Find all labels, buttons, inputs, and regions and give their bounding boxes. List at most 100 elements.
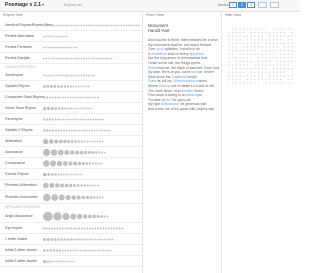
- rhyme-set-dot[interactable]: [55, 24, 58, 27]
- path-node[interactable]: [254, 42, 256, 44]
- path-node[interactable]: [291, 50, 293, 52]
- rhyme-set-dot[interactable]: [104, 249, 107, 252]
- path-node[interactable]: [254, 39, 256, 41]
- path-node[interactable]: [287, 39, 289, 41]
- rhyme-set-dot[interactable]: [99, 140, 101, 143]
- path-node[interactable]: [254, 75, 256, 77]
- rhyme-set-dot[interactable]: [83, 184, 86, 187]
- rhyme-set-dot[interactable]: [65, 194, 71, 201]
- rhyme-set-dot[interactable]: [76, 238, 78, 241]
- path-node[interactable]: [239, 71, 241, 73]
- rhyme-set-dot[interactable]: [67, 96, 69, 99]
- rhyme-set-dot[interactable]: [69, 96, 72, 99]
- path-node[interactable]: [228, 71, 230, 73]
- rhyme-set-dot[interactable]: [51, 173, 54, 176]
- feature-row[interactable]: Phonetic Assonance: [0, 191, 142, 204]
- path-node[interactable]: [235, 32, 237, 34]
- rhyme-set-dot[interactable]: [94, 96, 97, 99]
- rhyme-set-dot[interactable]: [54, 118, 57, 121]
- rhyme-set-dot[interactable]: [96, 140, 99, 143]
- rhyme-set-dot[interactable]: [68, 57, 70, 60]
- rhyme-set-dot[interactable]: [60, 74, 63, 77]
- rhyme-set-dot[interactable]: [55, 183, 60, 188]
- rhyme-set-dot[interactable]: [45, 227, 48, 230]
- path-node[interactable]: [261, 32, 263, 34]
- rhyme-set-dot[interactable]: [92, 118, 95, 121]
- path-node[interactable]: [228, 57, 230, 59]
- rhyme-set-dot[interactable]: [64, 107, 67, 110]
- rhyme-set-dot[interactable]: [91, 227, 94, 230]
- path-node[interactable]: [283, 35, 286, 37]
- path-node[interactable]: [265, 68, 267, 70]
- path-node[interactable]: [250, 28, 252, 30]
- rhyme-set-dot[interactable]: [63, 24, 65, 27]
- path-node[interactable]: [265, 46, 267, 48]
- rhyme-set-dot[interactable]: [82, 107, 85, 110]
- rhyme-set-dot[interactable]: [58, 149, 64, 156]
- rhyme-set-dot[interactable]: [115, 227, 118, 230]
- rhyme-set-dot[interactable]: [84, 249, 87, 252]
- path-node[interactable]: [254, 68, 256, 70]
- rhyme-set-dot[interactable]: [70, 260, 72, 263]
- rhyme-set-dot[interactable]: [75, 150, 80, 155]
- rhyme-set-dot[interactable]: [75, 57, 78, 60]
- rhyme-set-dot[interactable]: [50, 107, 54, 110]
- view-toggle-left[interactable]: [258, 2, 267, 8]
- rhyme-set-dot[interactable]: [128, 24, 130, 27]
- rhyme-set-dot[interactable]: [92, 249, 94, 252]
- path-node[interactable]: [232, 57, 234, 59]
- feature-dots[interactable]: [42, 223, 140, 234]
- rhyme-set-dot[interactable]: [73, 57, 75, 60]
- path-node[interactable]: [272, 39, 274, 41]
- path-node[interactable]: [258, 64, 260, 66]
- rhyme-set-dot[interactable]: [70, 57, 73, 60]
- rhyme-set-dot[interactable]: [50, 74, 53, 77]
- path-node[interactable]: [269, 78, 271, 80]
- feature-dots[interactable]: [42, 180, 140, 191]
- rhyme-set-dot[interactable]: [43, 106, 47, 111]
- rhyme-set-dot[interactable]: [78, 129, 81, 132]
- rhyme-set-dot[interactable]: [81, 129, 83, 132]
- rhyme-set-dot[interactable]: [75, 74, 78, 77]
- path-node[interactable]: [265, 78, 267, 80]
- path-node[interactable]: [239, 53, 241, 55]
- rhyme-set-dot[interactable]: [80, 85, 82, 88]
- rhyme-set-dot[interactable]: [51, 194, 59, 201]
- path-node[interactable]: [261, 60, 263, 63]
- rhyme-set-dot[interactable]: [82, 249, 84, 252]
- rhyme-set-dot[interactable]: [85, 24, 88, 27]
- rhyme-set-dot[interactable]: [88, 227, 91, 230]
- rhyme-set-dot[interactable]: [48, 118, 51, 121]
- rhyme-set-dot[interactable]: [86, 238, 89, 241]
- path-node[interactable]: [232, 68, 234, 70]
- path-node[interactable]: [272, 78, 274, 80]
- path-node[interactable]: [287, 42, 289, 44]
- path-node[interactable]: [291, 39, 293, 41]
- rhyme-set-dot[interactable]: [103, 129, 106, 132]
- path-node[interactable]: [250, 32, 252, 34]
- path-node[interactable]: [276, 68, 278, 70]
- rhyme-set-dot[interactable]: [97, 162, 100, 165]
- rhyme-set-dot[interactable]: [100, 24, 103, 27]
- rhyme-set-dot[interactable]: [62, 96, 64, 99]
- rhyme-set-dot[interactable]: [48, 227, 51, 230]
- rhyme-set-dot[interactable]: [57, 173, 60, 176]
- highlighted-word[interactable]: Violent: [173, 79, 183, 83]
- path-node[interactable]: [280, 57, 282, 59]
- rhyme-set-dot[interactable]: [94, 140, 96, 143]
- path-node[interactable]: [269, 39, 271, 41]
- rhyme-set-dot[interactable]: [84, 238, 86, 241]
- rhyme-set-dot[interactable]: [78, 24, 80, 27]
- path-node[interactable]: [280, 39, 282, 41]
- rhyme-set-dot[interactable]: [63, 173, 65, 176]
- path-node[interactable]: [261, 78, 263, 80]
- path-node[interactable]: [228, 60, 230, 63]
- path-node[interactable]: [235, 82, 237, 84]
- rhyme-set-dot[interactable]: [67, 107, 70, 110]
- path-node[interactable]: [246, 82, 249, 84]
- path-node[interactable]: [276, 82, 278, 84]
- path-node[interactable]: [291, 78, 293, 80]
- rhyme-set-dot[interactable]: [43, 160, 50, 167]
- rhyme-set-dot[interactable]: [111, 238, 114, 241]
- path-node[interactable]: [269, 60, 271, 63]
